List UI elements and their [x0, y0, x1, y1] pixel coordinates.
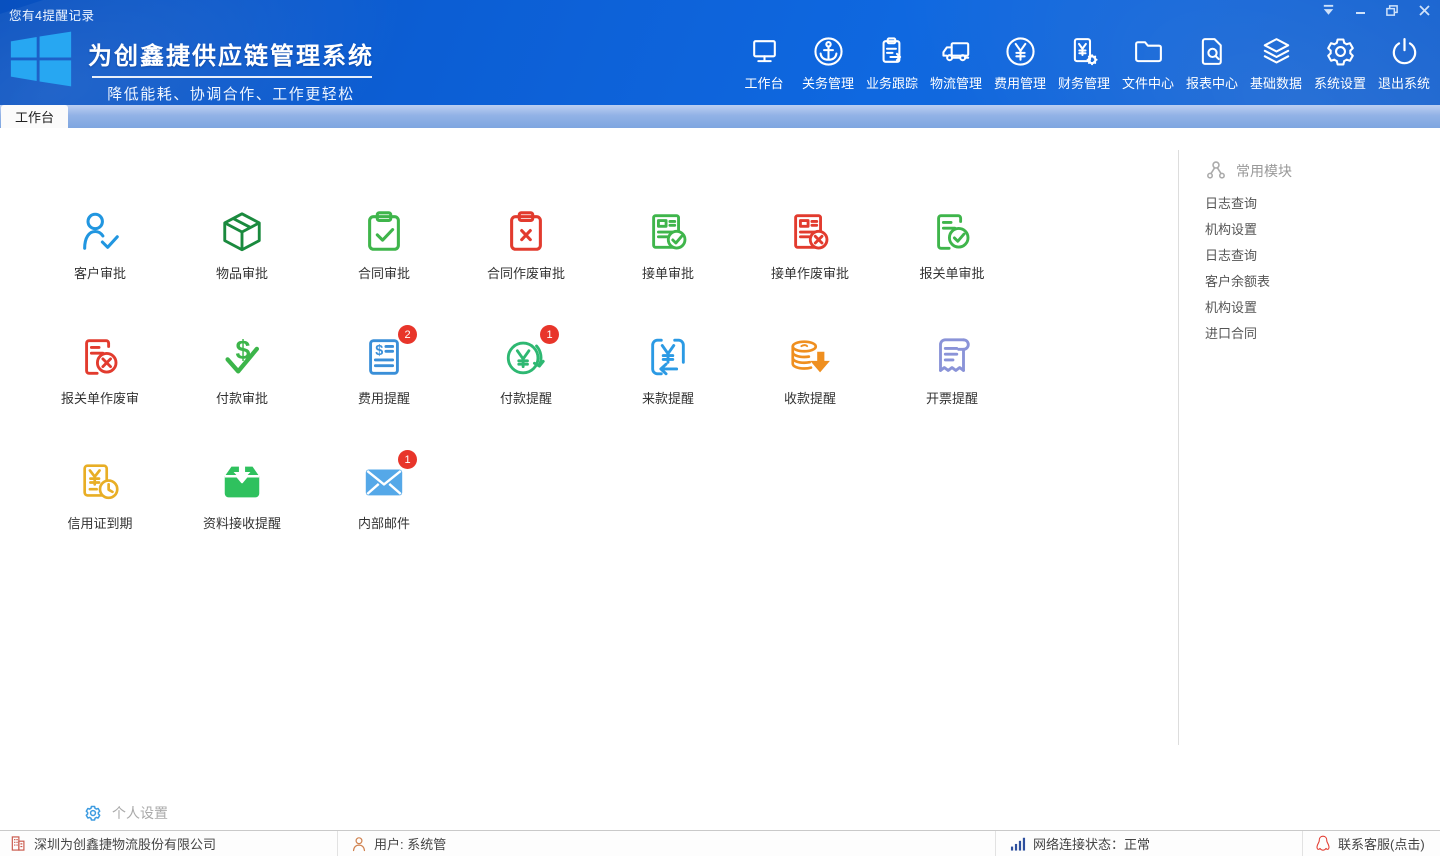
person-check-icon: [77, 209, 123, 255]
nav-logistics[interactable]: 物流管理: [924, 33, 988, 92]
frequent-modules-header: 常用模块: [1205, 160, 1425, 182]
minimize-icon[interactable]: [1352, 3, 1368, 17]
clipboard-check-icon: [361, 209, 407, 255]
clipboard-x-icon: [503, 209, 549, 255]
app-title: 为创鑫捷供应链管理系统: [88, 43, 374, 70]
module-order-approval[interactable]: 接单审批: [597, 190, 739, 282]
gear-icon: [1324, 33, 1357, 70]
main-nav: 工作台 关务管理 业务跟踪 物流管理 费用管理 财务管理 文件中心 报表中心 基…: [732, 33, 1436, 92]
sidebar-item-import-contract[interactable]: 进口合同: [1205, 321, 1425, 347]
module-contract-void-approval[interactable]: 合同作废审批: [455, 190, 597, 282]
nav-expense[interactable]: 费用管理: [988, 33, 1052, 92]
nav-business-track[interactable]: 业务跟踪: [860, 33, 924, 92]
tab-workbench[interactable]: 工作台: [1, 105, 69, 128]
credit-clock-icon: [77, 459, 123, 505]
notification-badge: 2: [398, 325, 417, 344]
status-user: 用户: 系统管: [337, 831, 995, 856]
signal-bars-icon: [1010, 836, 1026, 851]
top-banner: 您有4提醒记录 为创鑫捷供应链管理系统 降低能耗、协调合作、工作更轻松 工作台 …: [0, 0, 1440, 105]
monitor-icon: [748, 33, 781, 70]
sidebar-item-customer-balance[interactable]: 客户余额表: [1205, 269, 1425, 295]
frequent-modules-panel: 常用模块 日志查询 机构设置 日志查询 客户余额表 机构设置 进口合同: [1205, 160, 1425, 347]
form-x-icon: [787, 209, 833, 255]
windows-logo: [8, 27, 74, 93]
restore-icon[interactable]: [1384, 3, 1400, 17]
nav-workbench[interactable]: 工作台: [732, 33, 796, 92]
sidebar-item-org-settings[interactable]: 机构设置: [1205, 217, 1425, 243]
incoming-yen-icon: [645, 334, 691, 380]
module-credit-expiry[interactable]: 信用证到期: [29, 440, 171, 532]
skin-menu-icon[interactable]: [1320, 3, 1336, 17]
content-sidebar-divider: [1178, 150, 1179, 745]
dollar-check-icon: $: [219, 334, 265, 380]
inbox-receive-icon: [219, 459, 265, 505]
module-order-void-approval[interactable]: 接单作废审批: [739, 190, 881, 282]
personal-settings-label: 个人设置: [112, 805, 168, 821]
user-icon: [351, 836, 367, 852]
nav-base-data[interactable]: 基础数据: [1244, 33, 1308, 92]
svg-text:$: $: [375, 343, 383, 359]
power-icon: [1388, 33, 1421, 70]
module-goods-approval[interactable]: 物品审批: [171, 190, 313, 282]
anchor-icon: [812, 33, 845, 70]
nav-finance[interactable]: 财务管理: [1052, 33, 1116, 92]
layers-icon: [1260, 33, 1293, 70]
truck-icon: [939, 33, 974, 70]
nav-exit[interactable]: 退出系统: [1372, 33, 1436, 92]
frequent-modules-list: 日志查询 机构设置 日志查询 客户余额表 机构设置 进口合同: [1205, 191, 1425, 347]
module-contract-approval[interactable]: 合同审批: [313, 190, 455, 282]
module-payment-reminder[interactable]: 1 付款提醒: [455, 315, 597, 407]
module-data-receive-reminder[interactable]: 资料接收提醒: [171, 440, 313, 532]
clipboard-arrow-icon: [876, 33, 909, 70]
app-slogan: 降低能耗、协调合作、工作更轻松: [107, 86, 355, 103]
module-grid: 客户审批 物品审批 合同审批 合同作废审批 接单审批 接单作废审批 报关单审批 …: [29, 190, 1023, 532]
module-incoming-funds-reminder[interactable]: 来款提醒: [597, 315, 739, 407]
building-icon: [10, 835, 27, 852]
module-customer-approval[interactable]: 客户审批: [29, 190, 171, 282]
frequent-modules-title: 常用模块: [1236, 163, 1292, 179]
folder-icon: [1132, 33, 1165, 70]
module-customs-decl-void[interactable]: 报关单作废审: [29, 315, 171, 407]
box-icon: [219, 209, 265, 255]
module-collection-reminder[interactable]: 收款提醒: [739, 315, 881, 407]
personal-settings[interactable]: 个人设置: [84, 803, 168, 823]
module-fee-reminder[interactable]: $ 2 费用提醒: [313, 315, 455, 407]
sidebar-item-log-query[interactable]: 日志查询: [1205, 243, 1425, 269]
doc-check-icon: [929, 209, 975, 255]
notification-badge: 1: [398, 450, 417, 469]
window-controls: [1320, 3, 1432, 17]
gear-icon: [84, 804, 102, 822]
receipt-icon: [929, 334, 975, 380]
person-network-icon: [1205, 160, 1227, 182]
close-icon[interactable]: [1416, 3, 1432, 17]
sidebar-item-log-query[interactable]: 日志查询: [1205, 191, 1425, 217]
nav-file-center[interactable]: 文件中心: [1116, 33, 1180, 92]
brand-block: 为创鑫捷供应链管理系统 降低能耗、协调合作、工作更轻松: [88, 36, 374, 104]
module-customs-decl-approval[interactable]: 报关单审批: [881, 190, 1023, 282]
doc-x-icon: [77, 334, 123, 380]
report-search-icon: [1196, 33, 1229, 70]
status-support[interactable]: 联系客服(点击): [1302, 831, 1440, 856]
status-company: 深圳为创鑫捷物流股份有限公司: [0, 831, 337, 856]
status-bar: 深圳为创鑫捷物流股份有限公司 用户: 系统管 网络连接状态：正常 联系客服(点击…: [0, 830, 1440, 856]
module-payment-approval[interactable]: $ 付款审批: [171, 315, 313, 407]
finance-doc-icon: [1068, 33, 1101, 70]
sidebar-item-org-settings[interactable]: 机构设置: [1205, 295, 1425, 321]
qq-penguin-icon: [1315, 835, 1331, 852]
notification-badge: 1: [540, 325, 559, 344]
form-check-icon: [645, 209, 691, 255]
tab-strip: 工作台: [0, 105, 1440, 128]
reminder-notice: 您有4提醒记录: [9, 9, 95, 23]
module-invoice-reminder[interactable]: 开票提醒: [881, 315, 1023, 407]
status-network: 网络连接状态：正常: [995, 831, 1302, 856]
nav-customs[interactable]: 关务管理: [796, 33, 860, 92]
brand-divider: [92, 76, 372, 78]
nav-report-center[interactable]: 报表中心: [1180, 33, 1244, 92]
coins-arrow-icon: [787, 334, 833, 380]
yen-circle-icon: [1004, 33, 1037, 70]
nav-system-settings[interactable]: 系统设置: [1308, 33, 1372, 92]
module-internal-mail[interactable]: 1 内部邮件: [313, 440, 455, 532]
